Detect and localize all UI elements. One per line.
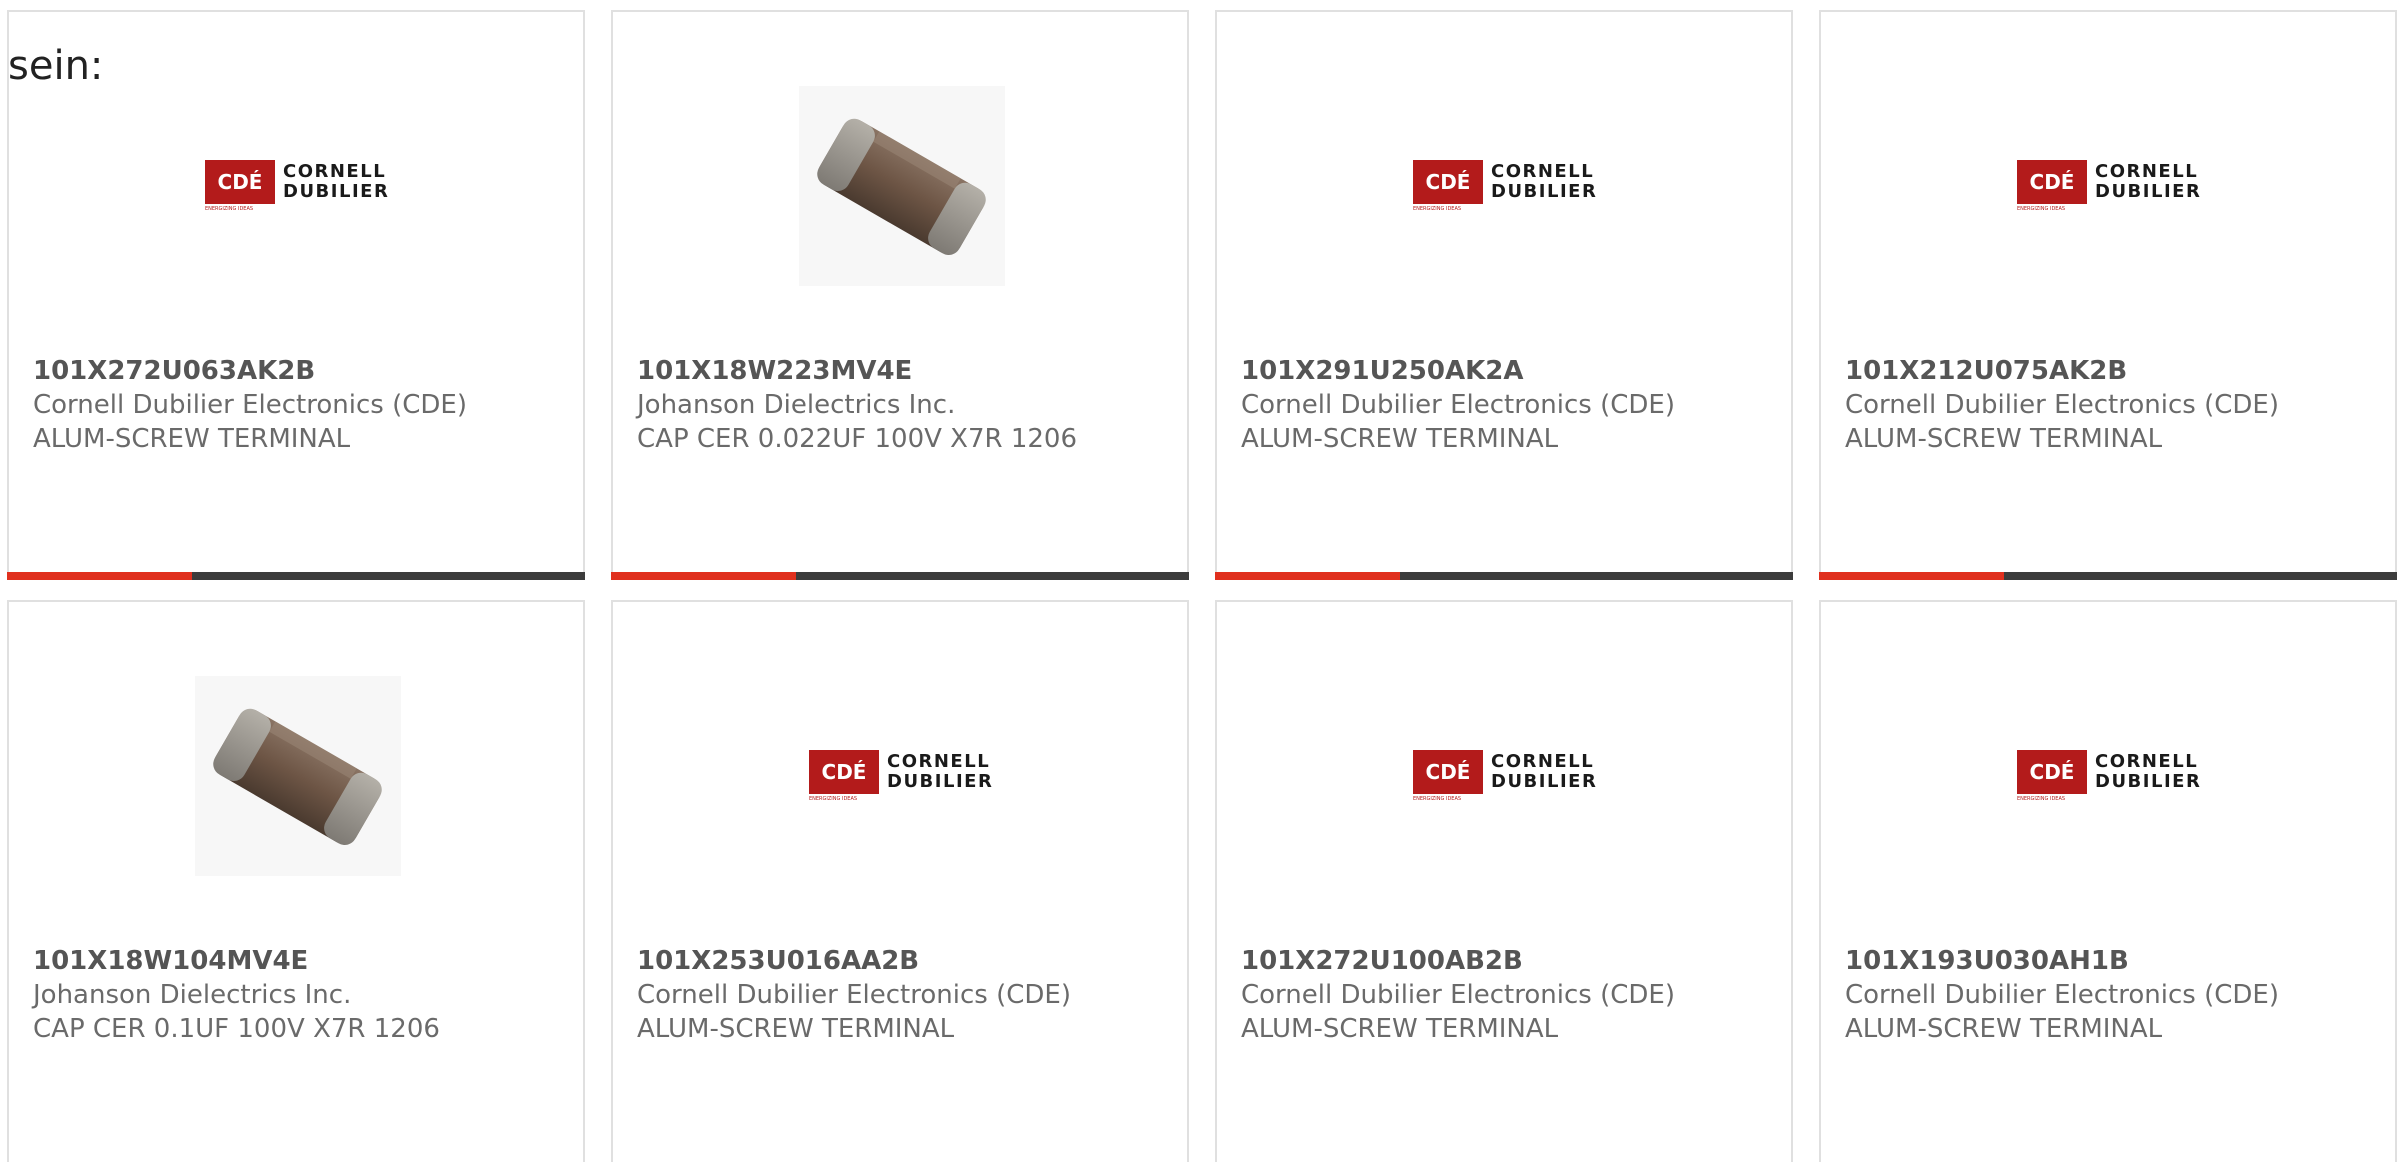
cde-logo-word-cornell: CORNELL xyxy=(2095,751,2199,772)
cde-logo-mark: CDÉ xyxy=(2017,750,2087,794)
product-card[interactable]: CDÉ ENERGIZING IDEAS CORNELL DUBILIER 101X27… xyxy=(7,10,585,580)
capacitor-chip-image xyxy=(799,86,1005,286)
product-info: 101X253U016AA2B Cornell Dubilier Electron… xyxy=(637,944,1177,1046)
cde-logo-mark: CDÉ xyxy=(809,750,879,794)
cde-logo-word-dubilier: DUBILIER xyxy=(1491,771,1598,792)
product-info: 101X193U030AH1B Cornell Dubilier Electron… xyxy=(1845,944,2385,1046)
product-description: CAP CER 0.1UF 100V X7R 1206 xyxy=(33,1014,440,1044)
product-info: 101X272U063AK2B Cornell Dubilier Electron… xyxy=(33,354,573,456)
part-number[interactable]: 101X193U030AH1B xyxy=(1845,944,2385,978)
part-number[interactable]: 101X18W223MV4E xyxy=(637,354,1177,388)
cde-logo-image: CDÉ ENERGIZING IDEAS CORNELL DUBILIER xyxy=(2007,86,2213,286)
cde-logo-image: CDÉ ENERGIZING IDEAS CORNELL DUBILIER xyxy=(1403,676,1609,876)
cde-logo-tagline: ENERGIZING IDEAS xyxy=(1413,796,1462,802)
cde-logo-word-dubilier: DUBILIER xyxy=(283,181,390,202)
cde-logo: CDÉ ENERGIZING IDEAS CORNELL DUBILIER xyxy=(2017,160,2217,212)
cde-logo-word-cornell: CORNELL xyxy=(1491,751,1595,772)
product-info: 101X291U250AK2A Cornell Dubilier Electron… xyxy=(1241,354,1781,456)
card-progress-bar xyxy=(7,572,585,580)
part-number[interactable]: 101X253U016AA2B xyxy=(637,944,1177,978)
product-description: ALUM-SCREW TERMINAL xyxy=(1845,1014,2163,1044)
card-progress-bar xyxy=(611,572,1189,580)
product-card[interactable]: CDÉ ENERGIZING IDEAS CORNELL DUBILIER 101X25… xyxy=(611,600,1189,1162)
product-card[interactable]: CDÉ ENERGIZING IDEAS CORNELL DUBILIER 101X29… xyxy=(1215,10,1793,580)
product-description: ALUM-SCREW TERMINAL xyxy=(33,424,351,454)
cde-logo-image: CDÉ ENERGIZING IDEAS CORNELL DUBILIER xyxy=(1403,86,1609,286)
manufacturer-name: Cornell Dubilier Electronics (CDE) xyxy=(1241,980,1675,1010)
part-number[interactable]: 101X272U063AK2B xyxy=(33,354,573,388)
product-card[interactable]: CDÉ ENERGIZING IDEAS CORNELL DUBILIER 101X27… xyxy=(1215,600,1793,1162)
manufacturer-name: Cornell Dubilier Electronics (CDE) xyxy=(33,390,467,420)
cde-logo: CDÉ ENERGIZING IDEAS CORNELL DUBILIER xyxy=(205,160,405,212)
cde-logo-word-cornell: CORNELL xyxy=(2095,161,2199,182)
cde-logo-tagline: ENERGIZING IDEAS xyxy=(2017,206,2066,212)
cde-logo-image: CDÉ ENERGIZING IDEAS CORNELL DUBILIER xyxy=(2007,676,2213,876)
manufacturer-name: Johanson Dielectrics Inc. xyxy=(637,390,956,420)
product-info: 101X212U075AK2B Cornell Dubilier Electron… xyxy=(1845,354,2385,456)
card-progress-fill xyxy=(7,572,192,580)
cde-logo-word-cornell: CORNELL xyxy=(1491,161,1595,182)
part-number[interactable]: 101X272U100AB2B xyxy=(1241,944,1781,978)
cde-logo-mark: CDÉ xyxy=(2017,160,2087,204)
cde-logo: CDÉ ENERGIZING IDEAS CORNELL DUBILIER xyxy=(809,750,1009,802)
cde-logo-word-dubilier: DUBILIER xyxy=(2095,181,2202,202)
cde-logo-mark: CDÉ xyxy=(1413,750,1483,794)
cde-logo-word-cornell: CORNELL xyxy=(283,161,387,182)
cde-logo-image: CDÉ ENERGIZING IDEAS CORNELL DUBILIER xyxy=(799,676,1005,876)
product-card[interactable]: CDÉ ENERGIZING IDEAS CORNELL DUBILIER 101X19… xyxy=(1819,600,2397,1162)
manufacturer-name: Johanson Dielectrics Inc. xyxy=(33,980,352,1010)
cde-logo-mark: CDÉ xyxy=(205,160,275,204)
product-description: ALUM-SCREW TERMINAL xyxy=(637,1014,955,1044)
product-description: ALUM-SCREW TERMINAL xyxy=(1241,424,1559,454)
card-progress-fill xyxy=(611,572,796,580)
lead-text: sein: xyxy=(8,43,104,89)
cde-logo-tagline: ENERGIZING IDEAS xyxy=(809,796,858,802)
capacitor-chip-icon xyxy=(817,118,986,256)
card-progress-bar xyxy=(1215,572,1793,580)
card-progress-fill xyxy=(1215,572,1400,580)
manufacturer-name: Cornell Dubilier Electronics (CDE) xyxy=(1845,980,2279,1010)
cde-logo-tagline: ENERGIZING IDEAS xyxy=(2017,796,2066,802)
product-description: CAP CER 0.022UF 100V X7R 1206 xyxy=(637,424,1078,454)
cde-logo: CDÉ ENERGIZING IDEAS CORNELL DUBILIER xyxy=(1413,750,1613,802)
product-info: 101X18W104MV4E Johanson Dielectrics Inc. C… xyxy=(33,944,573,1046)
card-progress-bar xyxy=(1819,572,2397,580)
cde-logo-image: CDÉ ENERGIZING IDEAS CORNELL DUBILIER xyxy=(195,86,401,286)
product-card[interactable]: 101X18W223MV4E Johanson Dielectrics Inc. C… xyxy=(611,10,1189,580)
product-info: 101X18W223MV4E Johanson Dielectrics Inc. C… xyxy=(637,354,1177,456)
cde-logo-word-dubilier: DUBILIER xyxy=(887,771,994,792)
part-number[interactable]: 101X212U075AK2B xyxy=(1845,354,2385,388)
card-progress-fill xyxy=(1819,572,2004,580)
product-description: ALUM-SCREW TERMINAL xyxy=(1241,1014,1559,1044)
manufacturer-name: Cornell Dubilier Electronics (CDE) xyxy=(637,980,1071,1010)
cde-logo-word-dubilier: DUBILIER xyxy=(1491,181,1598,202)
product-info: 101X272U100AB2B Cornell Dubilier Electron… xyxy=(1241,944,1781,1046)
cde-logo: CDÉ ENERGIZING IDEAS CORNELL DUBILIER xyxy=(1413,160,1613,212)
cde-logo-word-dubilier: DUBILIER xyxy=(2095,771,2202,792)
cde-logo: CDÉ ENERGIZING IDEAS CORNELL DUBILIER xyxy=(2017,750,2217,802)
part-number[interactable]: 101X18W104MV4E xyxy=(33,944,573,978)
manufacturer-name: Cornell Dubilier Electronics (CDE) xyxy=(1845,390,2279,420)
product-card[interactable]: CDÉ ENERGIZING IDEAS CORNELL DUBILIER 101X21… xyxy=(1819,10,2397,580)
product-card[interactable]: 101X18W104MV4E Johanson Dielectrics Inc. C… xyxy=(7,600,585,1162)
cde-logo-mark: CDÉ xyxy=(1413,160,1483,204)
product-description: ALUM-SCREW TERMINAL xyxy=(1845,424,2163,454)
capacitor-chip-image xyxy=(195,676,401,876)
cde-logo-tagline: ENERGIZING IDEAS xyxy=(1413,206,1462,212)
cde-logo-tagline: ENERGIZING IDEAS xyxy=(205,206,254,212)
product-grid-page: sein: CDÉ ENERGIZING IDEAS CORNELL DUBILIER… xyxy=(0,0,2400,1162)
cde-logo-word-cornell: CORNELL xyxy=(887,751,991,772)
capacitor-chip-icon xyxy=(213,708,382,846)
manufacturer-name: Cornell Dubilier Electronics (CDE) xyxy=(1241,390,1675,420)
part-number[interactable]: 101X291U250AK2A xyxy=(1241,354,1781,388)
